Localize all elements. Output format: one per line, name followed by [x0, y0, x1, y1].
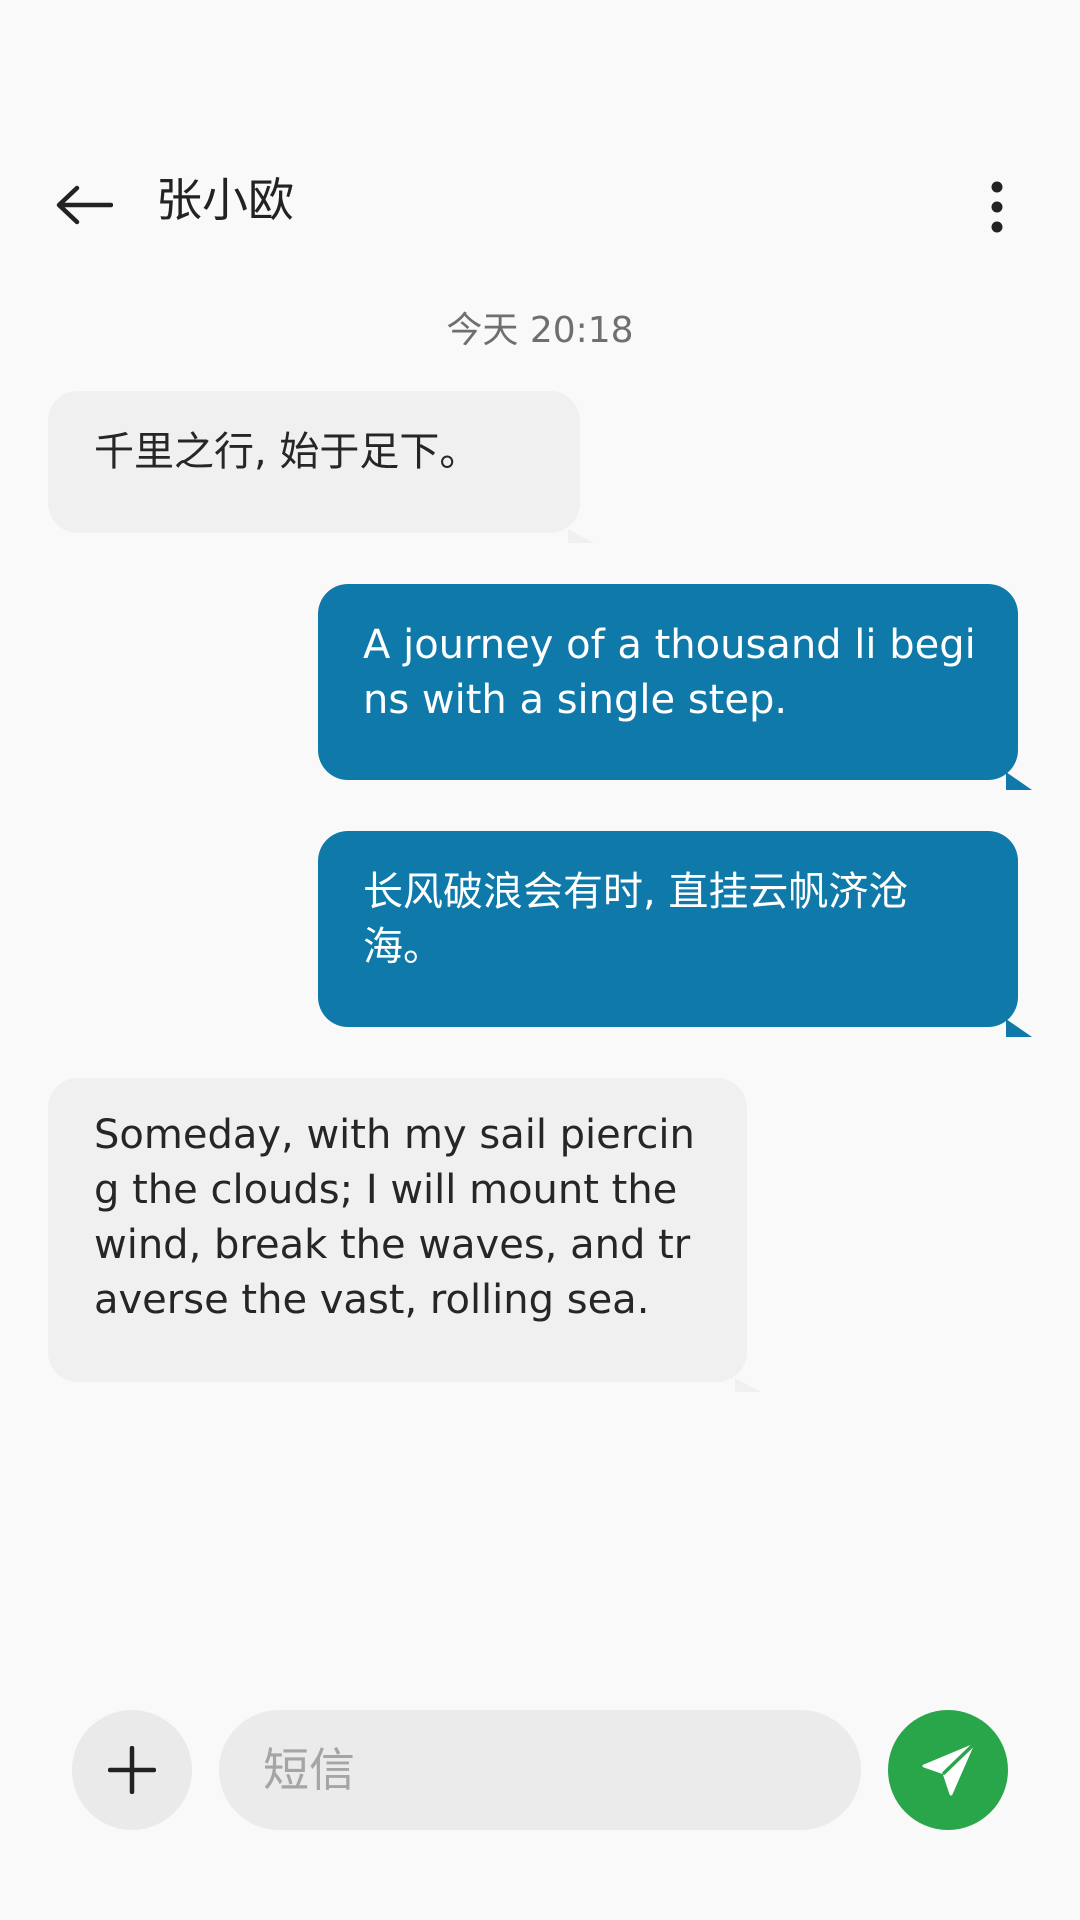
message-timestamp: 今天 20:18: [446, 310, 634, 351]
contact-name: 张小欧: [156, 173, 294, 227]
outgoing-message-bubble[interactable]: 长风破浪会有时, 直挂云帆济沧海。: [318, 831, 1032, 1037]
messaging-screen: 张小欧 今天 20:18 千里之行, 始于足下。 A journey of a …: [0, 0, 1080, 1920]
more-vertical-icon: [991, 181, 1003, 233]
send-icon: [922, 1744, 974, 1796]
conversation-header: 张小欧: [0, 150, 1080, 260]
back-button[interactable]: [44, 172, 124, 238]
message-text: A journey of a thousand li begins with a…: [363, 622, 976, 723]
bubble-tail: [1006, 772, 1032, 790]
more-options-button[interactable]: [962, 172, 1032, 242]
incoming-message-bubble[interactable]: 千里之行, 始于足下。: [48, 391, 594, 543]
plus-icon: [108, 1746, 156, 1794]
outgoing-message-bubble[interactable]: A journey of a thousand li begins with a…: [318, 584, 1032, 790]
bubble-tail: [735, 1378, 761, 1392]
message-input[interactable]: [219, 1710, 861, 1830]
incoming-message-bubble[interactable]: Someday, with my sail piercing the cloud…: [48, 1078, 761, 1392]
message-text: 千里之行, 始于足下。: [94, 429, 480, 475]
arrow-left-icon: [56, 185, 113, 225]
bubble-tail: [1006, 1019, 1032, 1037]
message-text: 长风破浪会有时, 直挂云帆济沧海。: [363, 869, 909, 970]
add-attachment-button[interactable]: [72, 1710, 192, 1830]
bubble-tail: [568, 529, 594, 543]
message-text: Someday, with my sail piercing the cloud…: [94, 1112, 695, 1323]
send-button[interactable]: [888, 1710, 1008, 1830]
